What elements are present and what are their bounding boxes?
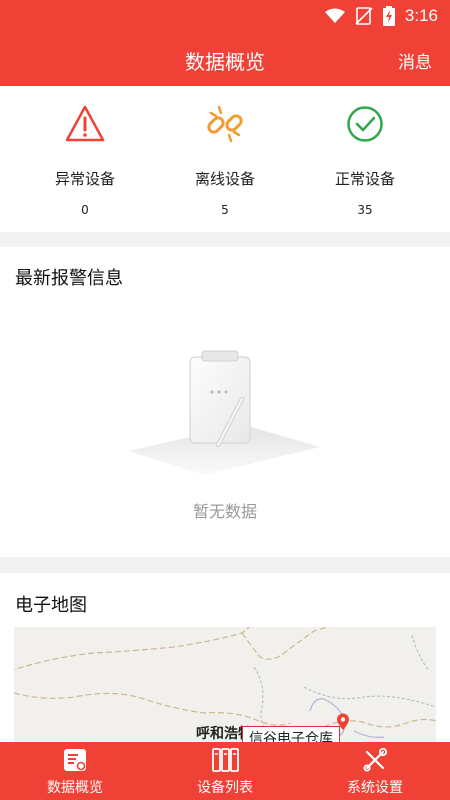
status-bar: 3:16 bbox=[0, 0, 450, 34]
section-title: 电子地图 bbox=[15, 595, 87, 616]
stat-value: 5 bbox=[221, 203, 229, 217]
electronic-map-card: 电子地图 呼和浩特 信谷电子仓库 bbox=[0, 573, 450, 743]
empty-clipboard-icon bbox=[128, 350, 320, 475]
stat-abnormal-devices[interactable]: 异常设备 0 bbox=[10, 102, 160, 217]
broken-link-icon bbox=[207, 105, 243, 143]
bottom-navigation: 数据概览 设备列表 系统设置 bbox=[0, 742, 450, 800]
empty-state-text: 暂无数据 bbox=[192, 502, 257, 521]
location-pin-icon[interactable] bbox=[336, 713, 350, 731]
battery-charging-icon bbox=[382, 6, 395, 26]
device-stats-card: 异常设备 0 离线设备 5 正常设备 35 bbox=[0, 86, 450, 232]
map-marker-label[interactable]: 信谷电子仓库 bbox=[242, 726, 340, 743]
device-list-icon bbox=[212, 748, 239, 772]
nav-label: 系统设置 bbox=[347, 780, 403, 796]
nav-item-overview[interactable]: 数据概览 bbox=[0, 742, 150, 800]
latest-alerts-card: 最新报警信息 暂无数据 bbox=[0, 247, 450, 557]
nav-item-device-list[interactable]: 设备列表 bbox=[150, 742, 300, 800]
status-time: 3:16 bbox=[404, 6, 438, 25]
status-icons: 3:16 bbox=[324, 6, 438, 26]
no-signal-icon bbox=[355, 7, 373, 25]
settings-tools-icon bbox=[363, 747, 388, 772]
page-title: 数据概览 bbox=[185, 50, 265, 74]
wifi-icon bbox=[324, 8, 345, 23]
warning-icon bbox=[65, 105, 105, 142]
nav-label: 数据概览 bbox=[47, 780, 103, 796]
stat-value: 35 bbox=[357, 203, 373, 217]
nav-label: 设备列表 bbox=[197, 780, 253, 796]
overview-icon bbox=[64, 749, 86, 771]
stat-label: 异常设备 bbox=[54, 170, 115, 188]
messages-button[interactable]: 消息 bbox=[398, 48, 432, 73]
nav-item-system-settings[interactable]: 系统设置 bbox=[300, 742, 450, 800]
map-view[interactable]: 呼和浩特 信谷电子仓库 bbox=[14, 627, 436, 743]
section-title: 最新报警信息 bbox=[15, 268, 123, 289]
stat-normal-devices[interactable]: 正常设备 35 bbox=[290, 102, 440, 217]
app-bar: 数据概览 消息 bbox=[0, 34, 450, 86]
stat-label: 正常设备 bbox=[334, 170, 395, 188]
stat-offline-devices[interactable]: 离线设备 5 bbox=[150, 102, 300, 217]
check-circle-icon bbox=[347, 106, 383, 142]
stat-value: 0 bbox=[81, 203, 89, 217]
stat-label: 离线设备 bbox=[194, 170, 255, 188]
